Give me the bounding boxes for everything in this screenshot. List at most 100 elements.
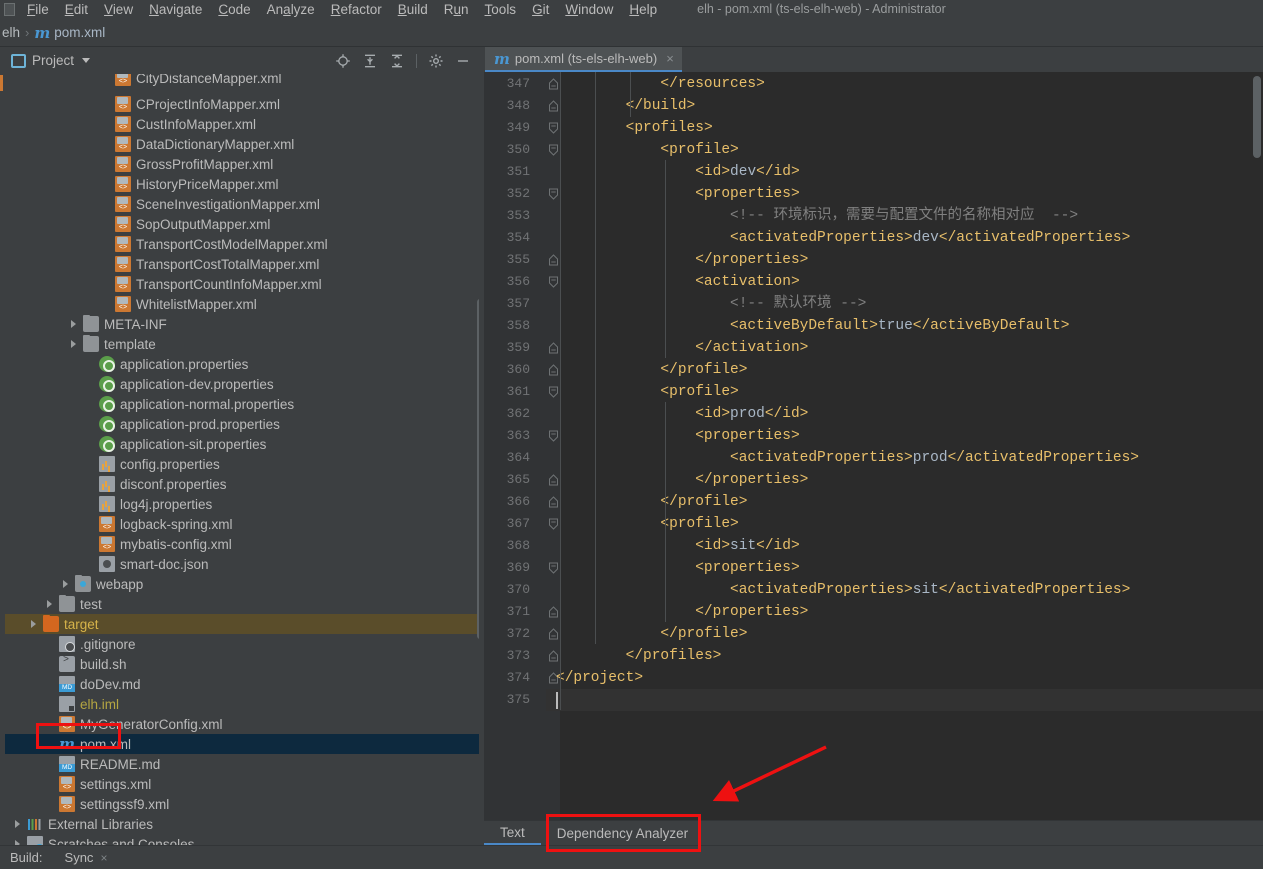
code-line[interactable]: </profiles> bbox=[546, 645, 722, 667]
tree-row[interactable]: application.properties bbox=[5, 354, 479, 374]
tree-row[interactable]: logback-spring.xml bbox=[5, 514, 479, 534]
code-line[interactable]: <id>dev</id> bbox=[546, 161, 799, 183]
code-line[interactable]: <profile> bbox=[546, 513, 738, 535]
tree-row[interactable]: webapp bbox=[5, 574, 479, 594]
chevron-down-icon[interactable] bbox=[82, 58, 91, 63]
tree-row[interactable]: settings.xml bbox=[5, 774, 479, 794]
code-line[interactable]: <activatedProperties>sit</activatedPrope… bbox=[546, 579, 1130, 601]
menu-item-run[interactable]: Run bbox=[436, 0, 477, 19]
expand-all-icon[interactable] bbox=[362, 53, 378, 69]
code-editor[interactable]: 347 348 349 350 351 352 353 354 355 356 357 358 359 3… bbox=[484, 72, 1263, 820]
code-line[interactable]: <profile> bbox=[546, 381, 738, 403]
menu-item-window[interactable]: Window bbox=[557, 0, 621, 19]
status-sync[interactable]: Sync × bbox=[65, 850, 108, 865]
code-line[interactable]: </properties> bbox=[546, 601, 808, 623]
editor-scrollbar[interactable] bbox=[1253, 76, 1261, 158]
tree-row[interactable]: elh.iml bbox=[5, 694, 479, 714]
collapse-all-icon[interactable] bbox=[389, 53, 405, 69]
menu-item-refactor[interactable]: Refactor bbox=[323, 0, 390, 19]
tree-row[interactable]: README.md bbox=[5, 754, 479, 774]
tree-row[interactable]: DataDictionaryMapper.xml bbox=[5, 134, 479, 154]
tree-row[interactable]: target bbox=[5, 614, 479, 634]
code-line[interactable]: <profiles> bbox=[546, 117, 713, 139]
tree-row[interactable]: External Libraries bbox=[5, 814, 479, 834]
code-line[interactable]: <properties> bbox=[546, 183, 799, 205]
tree-row[interactable]: application-prod.properties bbox=[5, 414, 479, 434]
expand-arrow-icon[interactable] bbox=[69, 319, 78, 329]
tree-row[interactable]: CProjectInfoMapper.xml bbox=[5, 94, 479, 114]
tree-row[interactable]: TransportCountInfoMapper.xml bbox=[5, 274, 479, 294]
tree-row[interactable]: log4j.properties bbox=[5, 494, 479, 514]
tree-row[interactable]: smart-doc.json bbox=[5, 554, 479, 574]
code-line[interactable]: <properties> bbox=[546, 425, 799, 447]
tree-row[interactable]: settingssf9.xml bbox=[5, 794, 479, 814]
menu-item-analyze[interactable]: Analyze bbox=[259, 0, 323, 19]
tree-row[interactable]: CustInfoMapper.xml bbox=[5, 114, 479, 134]
minimize-icon[interactable] bbox=[455, 53, 471, 69]
code-line[interactable]: <activation> bbox=[546, 271, 799, 293]
tree-row[interactable]: mybatis-config.xml bbox=[5, 534, 479, 554]
expand-arrow-icon[interactable] bbox=[13, 819, 22, 829]
tree-row[interactable]: .gitignore bbox=[5, 634, 479, 654]
breadcrumb-root[interactable]: elh bbox=[2, 25, 20, 40]
tree-row[interactable]: application-dev.properties bbox=[5, 374, 479, 394]
code-line[interactable]: </properties> bbox=[546, 249, 808, 271]
expand-arrow-icon[interactable] bbox=[61, 579, 70, 589]
tree-row[interactable]: MyGeneratorConfig.xml bbox=[5, 714, 479, 734]
menu-item-edit[interactable]: Edit bbox=[57, 0, 96, 19]
tree-row[interactable]: config.properties bbox=[5, 454, 479, 474]
code-line[interactable]: </profile> bbox=[546, 359, 747, 381]
code-line[interactable]: </build> bbox=[546, 95, 696, 117]
menu-item-tools[interactable]: Tools bbox=[477, 0, 525, 19]
tree-row[interactable]: application-normal.properties bbox=[5, 394, 479, 414]
code-line[interactable]: </resources> bbox=[546, 73, 764, 95]
code-line[interactable]: <activeByDefault>true</activeByDefault> bbox=[546, 315, 1069, 337]
code-line[interactable]: </profile> bbox=[546, 491, 747, 513]
close-icon[interactable]: × bbox=[100, 851, 107, 865]
tree-row[interactable]: doDev.md bbox=[5, 674, 479, 694]
menu-item-build[interactable]: Build bbox=[390, 0, 436, 19]
code-line[interactable]: </activation> bbox=[546, 337, 808, 359]
tree-row[interactable]: TransportCostTotalMapper.xml bbox=[5, 254, 479, 274]
tree-row[interactable]: application-sit.properties bbox=[5, 434, 479, 454]
menu-item-file[interactable]: File bbox=[19, 0, 57, 19]
code-line[interactable]: <id>prod</id> bbox=[546, 403, 808, 425]
bottom-tab-dependency-analyzer[interactable]: Dependency Analyzer bbox=[541, 821, 704, 845]
code-line[interactable]: <id>sit</id> bbox=[546, 535, 799, 557]
expand-arrow-icon[interactable] bbox=[69, 339, 78, 349]
tree-row[interactable]: template bbox=[5, 334, 479, 354]
tree-row[interactable]: Scratches and Consoles bbox=[5, 834, 479, 845]
project-tree-scrollbar[interactable] bbox=[477, 299, 479, 639]
tree-row[interactable]: HistoryPriceMapper.xml bbox=[5, 174, 479, 194]
tree-row[interactable]: WhitelistMapper.xml bbox=[5, 294, 479, 314]
tree-row[interactable]: CityDistanceMapper.xml bbox=[5, 74, 479, 88]
gear-icon[interactable] bbox=[428, 53, 444, 69]
code-line[interactable]: <profile> bbox=[546, 139, 738, 161]
project-tree-panel[interactable]: CityDistanceMapper.xml CProjectInfoMapper… bbox=[5, 74, 479, 845]
expand-arrow-icon[interactable] bbox=[29, 619, 38, 629]
code-line[interactable] bbox=[546, 689, 1263, 711]
tree-row[interactable]: build.sh bbox=[5, 654, 479, 674]
menu-item-code[interactable]: Code bbox=[210, 0, 258, 19]
status-build[interactable]: Build: bbox=[10, 850, 43, 865]
breadcrumb-file[interactable]: pom.xml bbox=[54, 25, 105, 40]
tree-row[interactable]: GrossProfitMapper.xml bbox=[5, 154, 479, 174]
expand-arrow-icon[interactable] bbox=[45, 599, 54, 609]
code-line[interactable]: </properties> bbox=[546, 469, 808, 491]
code-line[interactable]: </profile> bbox=[546, 623, 747, 645]
editor-tab-pom-xml[interactable]: m pom.xml (ts-els-elh-web) × bbox=[485, 47, 682, 72]
code-line[interactable]: <properties> bbox=[546, 557, 799, 579]
tree-row[interactable]: SopOutputMapper.xml bbox=[5, 214, 479, 234]
tree-row[interactable]: m pom.xml bbox=[5, 734, 479, 754]
menu-item-help[interactable]: Help bbox=[621, 0, 665, 19]
code-line[interactable]: <!-- 环境标识，需要与配置文件的名称相对应 --> bbox=[546, 205, 1078, 227]
tree-row[interactable]: disconf.properties bbox=[5, 474, 479, 494]
menu-item-navigate[interactable]: Navigate bbox=[141, 0, 210, 19]
code-line[interactable]: <activatedProperties>prod</activatedProp… bbox=[546, 447, 1139, 469]
window-menu-icon[interactable] bbox=[4, 3, 15, 16]
code-line[interactable]: <activatedProperties>dev</activatedPrope… bbox=[546, 227, 1130, 249]
menu-item-view[interactable]: View bbox=[96, 0, 141, 19]
close-icon[interactable]: × bbox=[666, 51, 674, 66]
tree-row[interactable]: META-INF bbox=[5, 314, 479, 334]
locate-icon[interactable] bbox=[335, 53, 351, 69]
